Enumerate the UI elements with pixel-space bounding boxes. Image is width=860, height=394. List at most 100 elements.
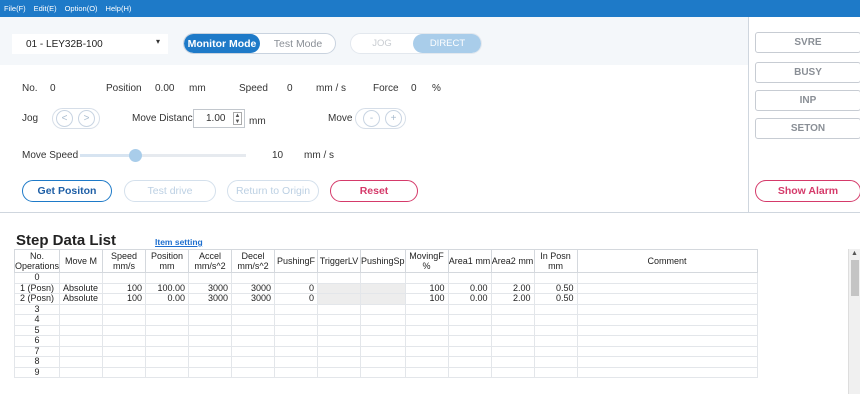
table-cell[interactable] [490,272,535,284]
table-cell[interactable] [317,324,362,336]
table-cell[interactable] [490,335,535,347]
table-cell[interactable] [274,314,319,326]
menu-edit[interactable]: Edit(E) [34,4,57,13]
scroll-thumb[interactable] [851,260,859,296]
table-cell[interactable] [447,335,492,347]
table-cell[interactable]: 9 [13,366,61,378]
move-speed-slider[interactable] [80,149,246,162]
table-row[interactable]: 5 [13,324,758,336]
table-cell[interactable] [59,335,104,347]
table-cell[interactable] [231,314,276,326]
table-cell[interactable] [404,324,449,336]
table-cell[interactable] [102,366,147,378]
table-cell[interactable] [231,366,276,378]
table-cell[interactable] [145,303,190,315]
table-cell[interactable] [102,356,147,368]
table-cell[interactable] [360,356,406,368]
table-cell[interactable] [490,303,535,315]
table-cell[interactable] [490,324,535,336]
table-cell[interactable] [404,345,449,357]
table-cell[interactable] [102,314,147,326]
table-cell[interactable] [576,282,758,294]
table-cell[interactable]: 100 [404,282,449,294]
table-cell[interactable] [490,356,535,368]
table-cell[interactable] [533,314,578,326]
table-cell[interactable] [145,345,190,357]
table-cell[interactable] [145,324,190,336]
table-cell[interactable] [102,345,147,357]
table-cell[interactable]: 100 [102,293,147,305]
move-minus-button[interactable]: - [363,110,380,127]
table-cell[interactable] [404,314,449,326]
show-alarm-button[interactable]: Show Alarm [755,180,860,202]
column-header[interactable]: Decel mm/s^2 [231,249,276,273]
table-cell[interactable] [576,345,758,357]
table-cell[interactable] [102,324,147,336]
column-header[interactable]: Speed mm/s [102,249,147,273]
table-cell[interactable]: 7 [13,345,61,357]
jog-mode-button[interactable]: JOG [351,34,413,53]
table-cell[interactable] [360,282,406,294]
table-cell[interactable]: 3000 [231,282,276,294]
table-cell[interactable] [533,324,578,336]
table-cell[interactable] [317,272,362,284]
column-header[interactable]: Area2 mm [490,249,535,273]
table-cell[interactable] [231,272,276,284]
table-cell[interactable] [360,272,406,284]
menu-option[interactable]: Option(O) [65,4,98,13]
table-row[interactable]: 7 [13,345,758,357]
axis-select[interactable]: 01 - LEY32B-100 ▾ [12,34,168,54]
table-cell[interactable] [576,335,758,347]
table-cell[interactable] [576,272,758,284]
table-cell[interactable] [317,314,362,326]
column-header[interactable]: No. Operations [13,249,61,273]
table-cell[interactable] [533,335,578,347]
table-cell[interactable] [533,345,578,357]
table-cell[interactable] [231,356,276,368]
table-cell[interactable]: 100 [404,293,449,305]
table-cell[interactable] [360,293,406,305]
table-cell[interactable]: 3 [13,303,61,315]
table-cell[interactable]: 3000 [188,282,233,294]
table-cell[interactable] [317,282,362,294]
table-cell[interactable] [231,335,276,347]
table-cell[interactable] [231,303,276,315]
table-cell[interactable]: 3000 [188,293,233,305]
table-cell[interactable] [360,345,406,357]
table-cell[interactable] [145,335,190,347]
menu-file[interactable]: File(F) [4,4,26,13]
table-cell[interactable] [576,324,758,336]
table-cell[interactable] [317,335,362,347]
column-header[interactable]: In Posn mm [533,249,578,273]
table-cell[interactable] [576,366,758,378]
table-cell[interactable] [59,272,104,284]
table-cell[interactable] [404,356,449,368]
table-cell[interactable] [447,272,492,284]
table-cell[interactable] [188,303,233,315]
column-header[interactable]: Position mm [145,249,190,273]
monitor-mode-button[interactable]: Monitor Mode [184,34,260,53]
table-cell[interactable] [59,314,104,326]
table-cell[interactable]: 0 [13,272,61,284]
jog-left-button[interactable]: < [56,110,73,127]
table-cell[interactable] [274,303,319,315]
table-cell[interactable] [533,356,578,368]
table-row[interactable]: 2 (Posn) Absolute 100 0.00 3000 3000 0 100 0.00 2… [13,293,758,305]
table-cell[interactable] [188,314,233,326]
reset-button[interactable]: Reset [330,180,418,202]
table-cell[interactable] [533,303,578,315]
column-header[interactable]: TriggerLV [317,249,362,273]
table-cell[interactable] [59,356,104,368]
table-cell[interactable] [447,356,492,368]
table-cell[interactable] [533,272,578,284]
table-row[interactable]: 4 [13,314,758,326]
table-cell[interactable] [188,345,233,357]
table-cell[interactable]: 0.00 [447,282,492,294]
table-cell[interactable] [576,303,758,315]
slider-thumb[interactable] [128,149,142,162]
table-cell[interactable] [231,324,276,336]
table-cell[interactable] [533,366,578,378]
table-cell[interactable]: 0 [274,293,319,305]
table-cell[interactable]: 2.00 [490,293,535,305]
status-busy[interactable]: BUSY [755,62,860,83]
